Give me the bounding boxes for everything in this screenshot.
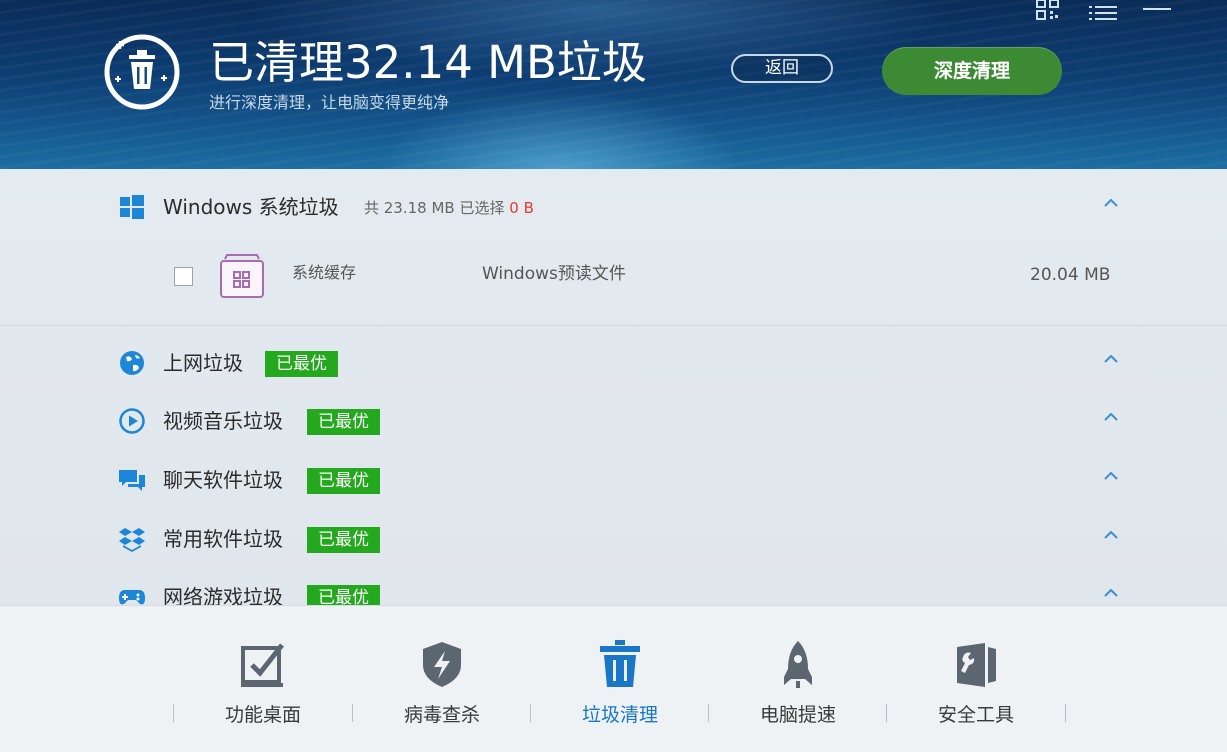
toolbox-icon: [957, 643, 996, 687]
qr-code-icon[interactable]: [1036, 0, 1060, 20]
chevron-up-icon[interactable]: [1103, 353, 1119, 365]
menu-icon[interactable]: [1089, 4, 1117, 20]
category-meta: 共 23.18 MB 已选择 0 B: [364, 198, 534, 218]
minimize-icon[interactable]: [1143, 0, 1171, 12]
nav-label: 电脑提速: [759, 704, 836, 726]
nav-label: 安全工具: [937, 704, 1014, 726]
category-name: 视频音乐垃圾: [163, 409, 283, 433]
list-item: 系统缓存 Windows预读文件 20.04 MB: [0, 249, 1227, 325]
play-icon: [119, 408, 145, 434]
category-name: 聊天软件垃圾: [163, 468, 283, 492]
box-icon: [119, 528, 145, 552]
category-name: 常用软件垃圾: [163, 527, 283, 551]
shield-bolt-icon: [423, 642, 461, 687]
category-name: 上网垃圾: [163, 351, 243, 375]
globe-icon: [120, 351, 144, 375]
windows-icon: [120, 195, 144, 219]
gamepad-icon: [119, 590, 145, 605]
selected-size: 0 B: [509, 199, 534, 217]
optimized-badge: 已最优: [265, 351, 338, 377]
nav-item-virus-scan[interactable]: 病毒查杀: [353, 606, 531, 752]
back-button[interactable]: 返回: [731, 54, 833, 83]
trash-icon: [600, 640, 640, 687]
chevron-up-icon[interactable]: [1103, 587, 1119, 599]
system-cache-icon: [220, 254, 264, 298]
nav-label: 功能桌面: [224, 704, 301, 726]
page-subtitle: 进行深度清理，让电脑变得更纯净: [209, 93, 450, 112]
category-web-junk[interactable]: 上网垃圾 已最优: [0, 341, 1227, 381]
header-banner: 已清理32.14 MB垃圾 进行深度清理，让电脑变得更纯净 返回 深度清理: [0, 0, 1227, 169]
category-name: Windows 系统垃圾: [163, 195, 339, 219]
trash-clean-logo-icon: [104, 34, 180, 110]
category-common-software-junk[interactable]: 常用软件垃圾 已最优: [0, 517, 1227, 557]
category-video-music-junk[interactable]: 视频音乐垃圾 已最优: [0, 399, 1227, 439]
nav-item-speedup[interactable]: 电脑提速: [709, 606, 887, 752]
category-online-game-junk[interactable]: 网络游戏垃圾 已最优: [0, 575, 1227, 605]
item-size: 20.04 MB: [1030, 265, 1111, 285]
item-name: 系统缓存: [292, 263, 357, 282]
chevron-up-icon[interactable]: [1103, 529, 1119, 541]
checkbox-desk-icon: [241, 643, 284, 687]
page-title: 已清理32.14 MB垃圾: [209, 36, 647, 89]
nav-item-junk-clean[interactable]: 垃圾清理: [531, 606, 709, 752]
rocket-icon: [784, 641, 812, 688]
nav-item-security-tools[interactable]: 安全工具: [887, 606, 1065, 752]
optimized-badge: 已最优: [307, 527, 380, 553]
category-chat-junk[interactable]: 聊天软件垃圾 已最优: [0, 458, 1227, 498]
chevron-up-icon[interactable]: [1103, 411, 1119, 423]
nav-label: 垃圾清理: [581, 704, 658, 726]
nav-label: 病毒查杀: [403, 704, 480, 726]
item-checkbox[interactable]: [174, 267, 193, 286]
item-description: Windows预读文件: [482, 264, 626, 284]
deep-clean-button[interactable]: 深度清理: [882, 47, 1062, 95]
optimized-badge: 已最优: [307, 468, 380, 494]
bottom-nav: 功能桌面 病毒查杀 垃圾清理 电脑提速 安全工具: [0, 605, 1227, 752]
chevron-up-icon[interactable]: [1103, 197, 1119, 209]
chat-icon: [119, 470, 145, 491]
category-size-summary: 共 23.18 MB 已选择: [364, 199, 505, 217]
optimized-badge: 已最优: [307, 585, 380, 605]
category-windows-system[interactable]: Windows 系统垃圾 共 23.18 MB 已选择 0 B: [0, 185, 1227, 225]
chevron-up-icon[interactable]: [1103, 470, 1119, 482]
optimized-badge: 已最优: [307, 409, 380, 435]
category-name: 网络游戏垃圾: [163, 585, 283, 605]
junk-category-list: Windows 系统垃圾 共 23.18 MB 已选择 0 B 系统缓存 Win…: [0, 169, 1227, 605]
nav-item-desktop[interactable]: 功能桌面: [174, 606, 352, 752]
divider: [0, 325, 1227, 326]
nav-separator: [1065, 704, 1066, 722]
